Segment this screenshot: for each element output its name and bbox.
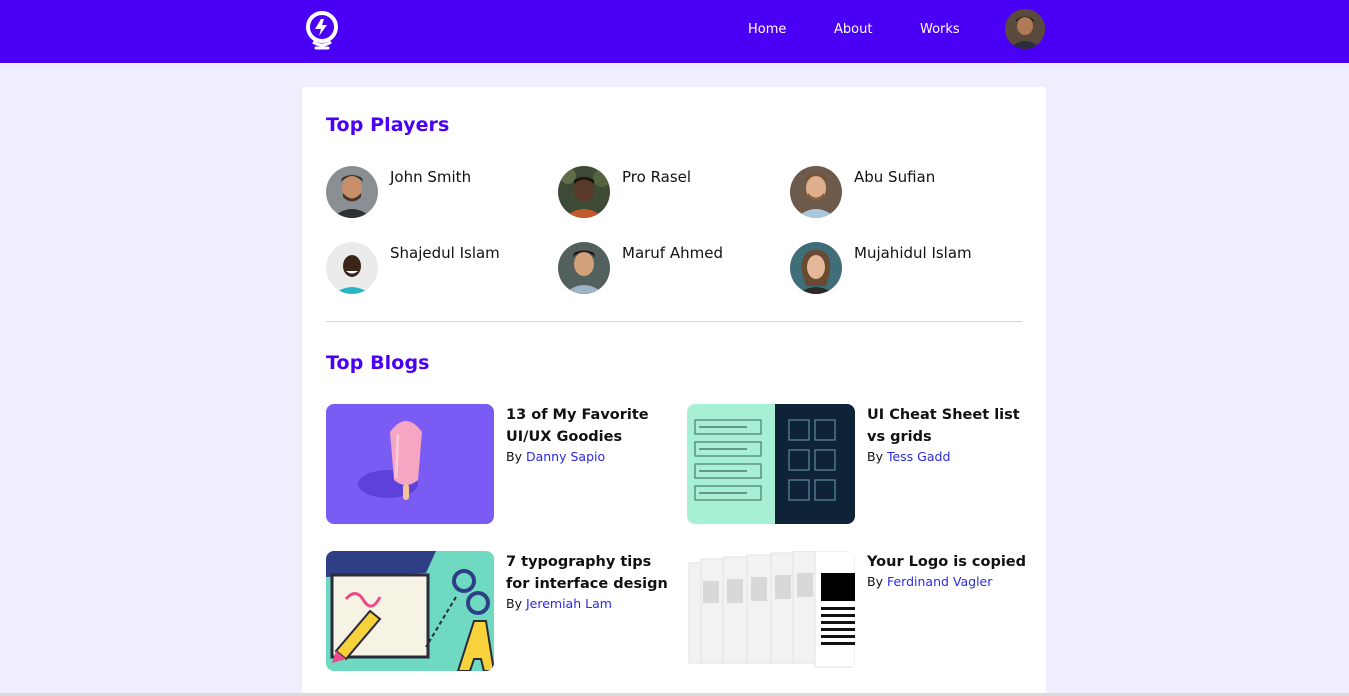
by-label: By	[506, 449, 522, 464]
blog-card[interactable]: Your Logo is copied By Ferdinand Vagler	[687, 551, 1027, 673]
section-divider	[326, 321, 1022, 322]
player-avatar	[790, 166, 842, 218]
by-label: By	[867, 449, 883, 464]
blog-byline: By Ferdinand Vagler	[867, 574, 992, 589]
player-avatar	[558, 166, 610, 218]
nav-link-works[interactable]: Works	[920, 22, 960, 38]
player-name: Pro Rasel	[622, 168, 692, 186]
top-navbar: Home About Works	[0, 0, 1349, 63]
blog-thumbnail-list-vs-grid[interactable]	[687, 404, 855, 524]
blog-author-link[interactable]: Jeremiah Lam	[526, 596, 612, 611]
player-name: Maruf Ahmed	[622, 244, 723, 262]
blog-title[interactable]: 7 typography tips for interface design	[506, 551, 671, 595]
lightbulb-bolt-icon[interactable]	[300, 10, 344, 54]
blog-card[interactable]: 13 of My Favorite UI/UX Goodies By Danny…	[326, 404, 666, 526]
blog-byline: By Danny Sapio	[506, 449, 605, 464]
blog-author-link[interactable]: Tess Gadd	[887, 449, 950, 464]
main-card: Top Players John Smith Pro Rasel Abu Suf…	[302, 87, 1046, 696]
blog-card[interactable]: UI Cheat Sheet list vs grids By Tess Gad…	[687, 404, 1027, 526]
top-players-heading: Top Players	[326, 114, 450, 136]
user-avatar[interactable]	[1005, 9, 1045, 49]
player-name: Shajedul Islam	[390, 244, 500, 262]
blog-card[interactable]: 7 typography tips for interface design B…	[326, 551, 668, 673]
blog-thumbnail-popsicle[interactable]	[326, 404, 494, 524]
player-name: Mujahidul Islam	[854, 244, 972, 262]
player-item[interactable]: Shajedul Islam	[326, 242, 536, 296]
top-blogs-heading: Top Blogs	[326, 352, 430, 374]
player-item[interactable]: Maruf Ahmed	[558, 242, 768, 296]
by-label: By	[867, 574, 883, 589]
nav-link-home[interactable]: Home	[748, 22, 786, 38]
player-item[interactable]: Pro Rasel	[558, 166, 768, 220]
player-avatar	[326, 242, 378, 294]
blog-byline: By Tess Gadd	[867, 449, 950, 464]
player-avatar	[558, 242, 610, 294]
blog-author-link[interactable]: Ferdinand Vagler	[887, 574, 992, 589]
blog-thumbnail-logo-copied[interactable]	[687, 551, 855, 671]
player-item[interactable]: John Smith	[326, 166, 536, 220]
blog-byline: By Jeremiah Lam	[506, 596, 612, 611]
blog-title[interactable]: Your Logo is copied	[867, 551, 1032, 573]
player-item[interactable]: Mujahidul Islam	[790, 242, 1000, 296]
player-item[interactable]: Abu Sufian	[790, 166, 1000, 220]
blog-author-link[interactable]: Danny Sapio	[526, 449, 605, 464]
nav-link-about[interactable]: About	[834, 22, 872, 38]
blog-title[interactable]: UI Cheat Sheet list vs grids	[867, 404, 1032, 448]
by-label: By	[506, 596, 522, 611]
blog-thumbnail-typography[interactable]	[326, 551, 494, 671]
player-name: Abu Sufian	[854, 168, 936, 186]
blog-title[interactable]: 13 of My Favorite UI/UX Goodies	[506, 404, 671, 448]
player-avatar	[790, 242, 842, 294]
player-avatar	[326, 166, 378, 218]
player-name: John Smith	[390, 168, 472, 186]
